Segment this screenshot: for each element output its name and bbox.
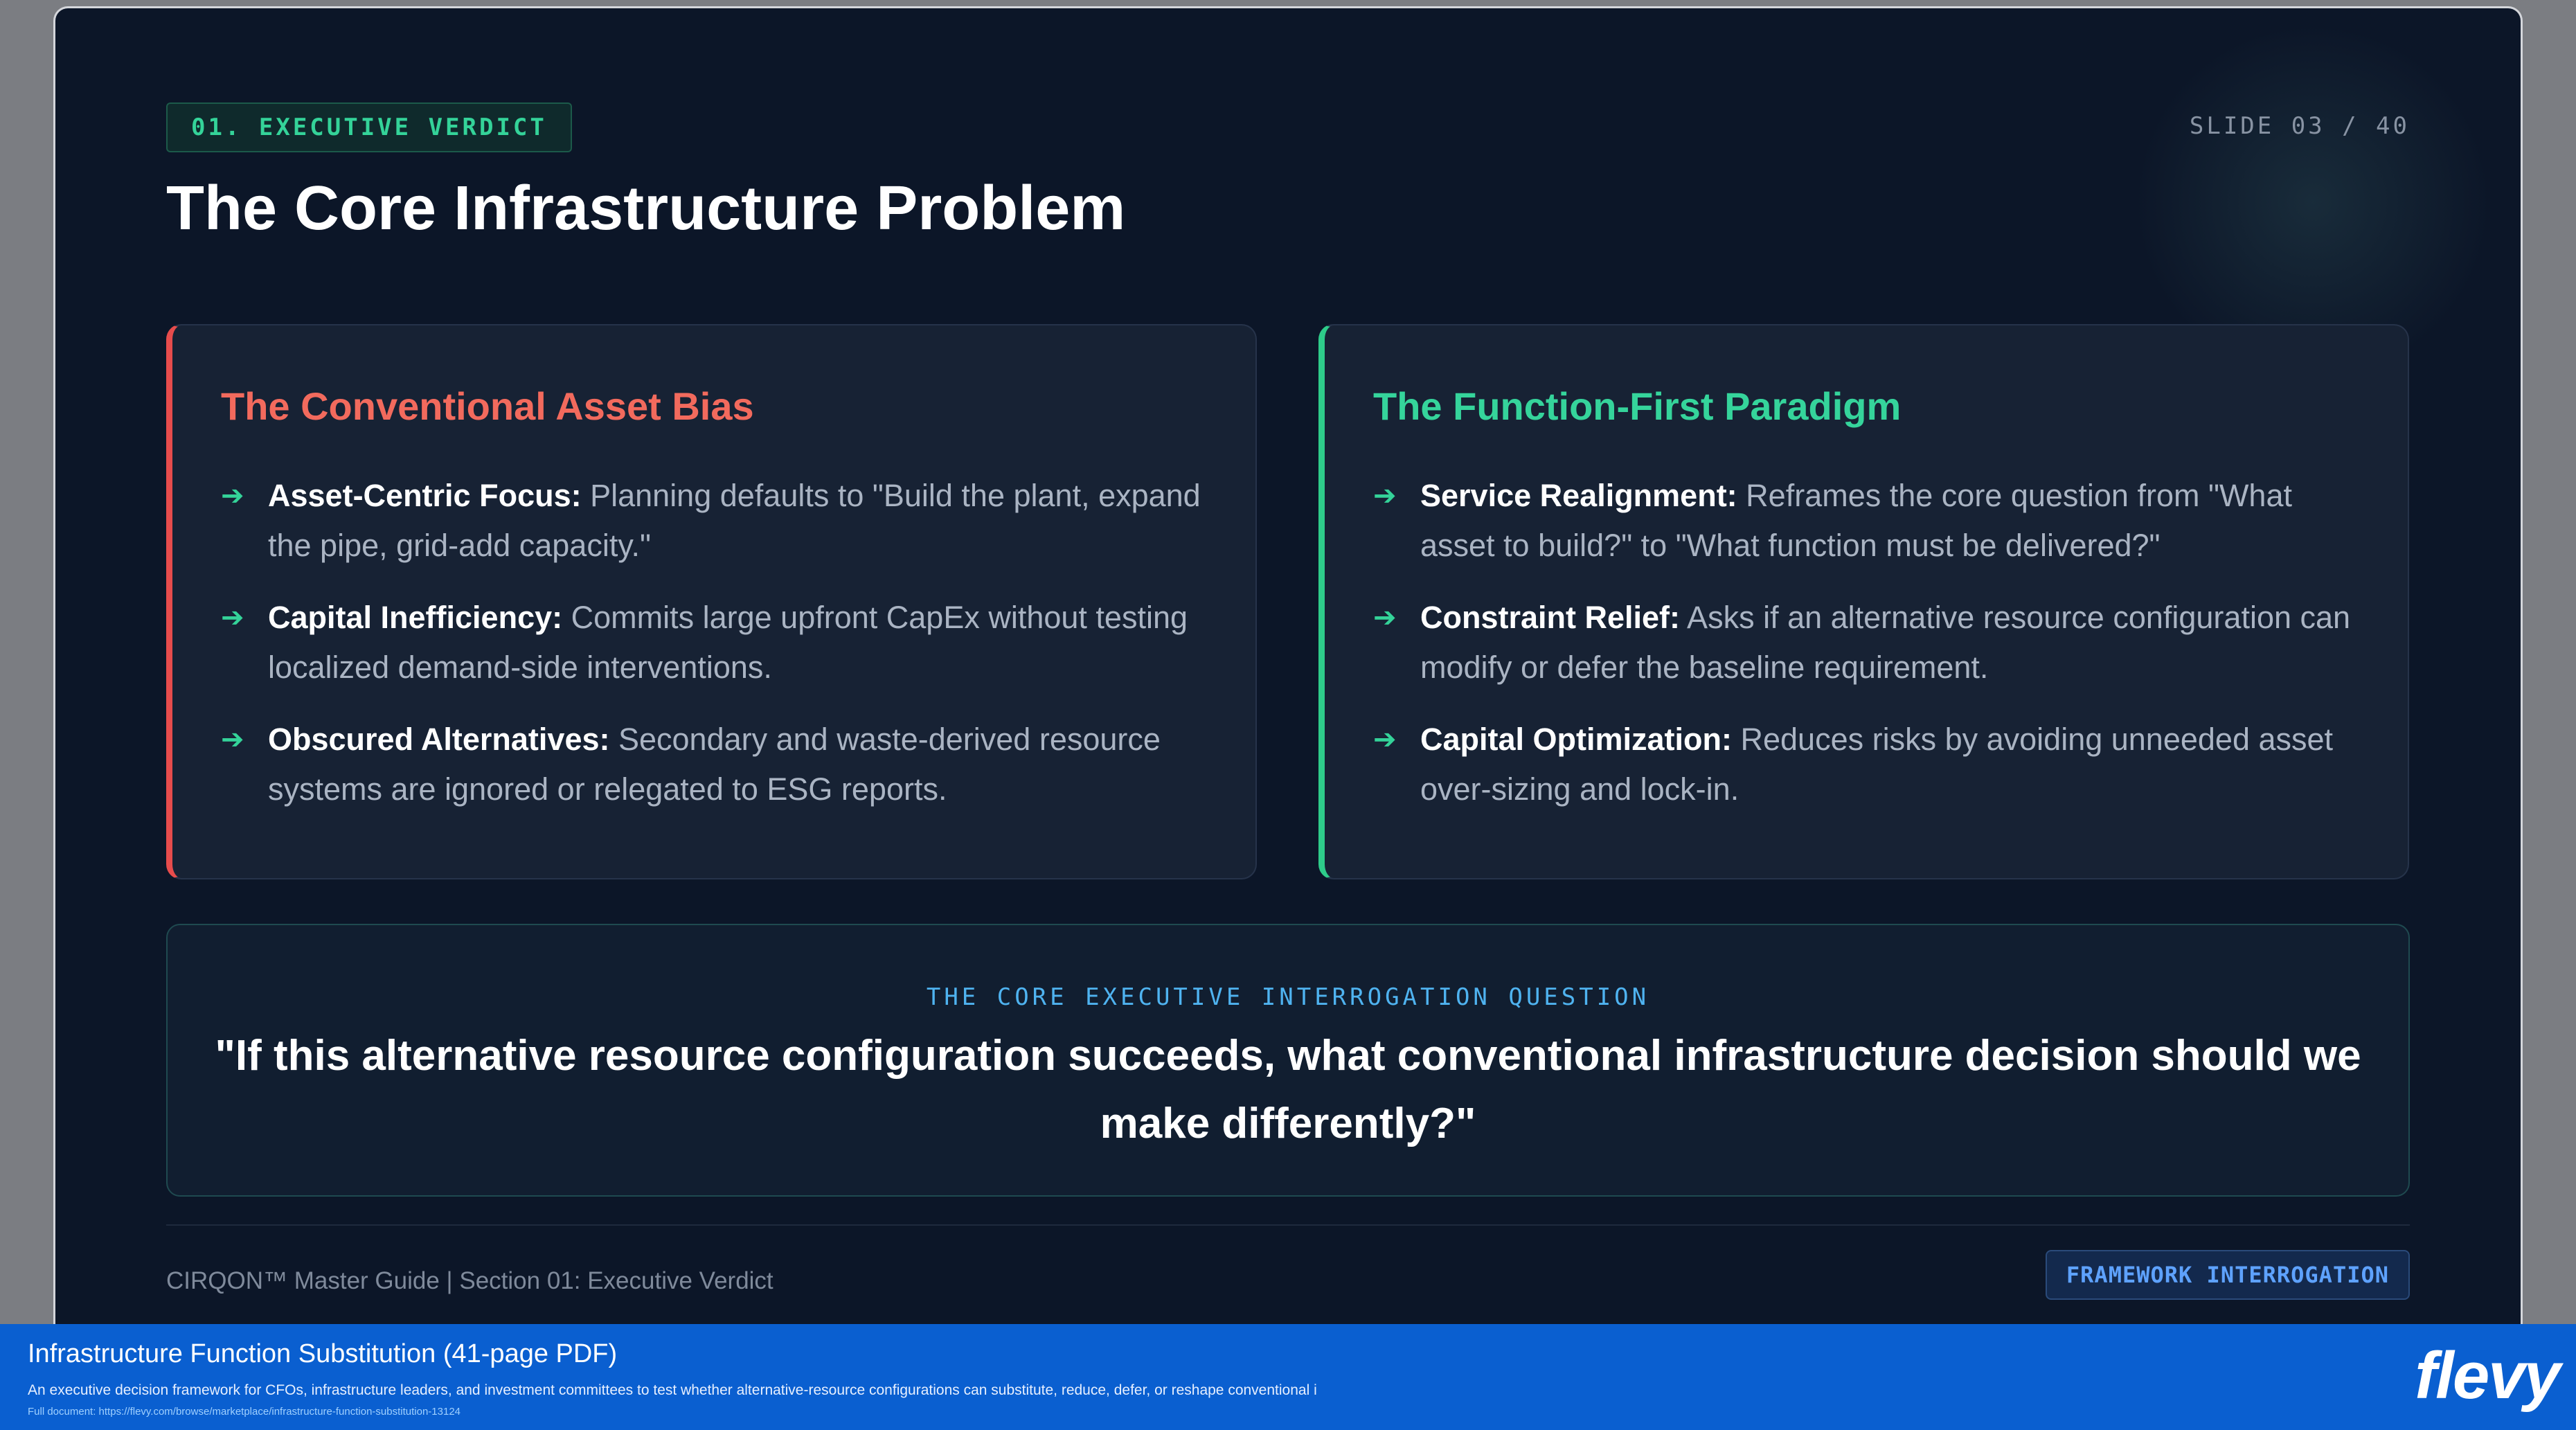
list-item: ➔ Obscured Alternatives: Secondary and w…	[221, 715, 1204, 814]
list-item: ➔ Constraint Relief: Asks if an alternat…	[1373, 593, 2356, 692]
interrogation-question-box: THE CORE EXECUTIVE INTERROGATION QUESTIO…	[166, 924, 2410, 1197]
section-tag: 01. EXECUTIVE VERDICT	[166, 102, 572, 152]
slide: 01. EXECUTIVE VERDICT SLIDE 03 / 40 The …	[55, 8, 2521, 1324]
banner-description: An executive decision framework for CFOs…	[28, 1382, 1317, 1398]
arrow-right-icon: ➔	[221, 602, 244, 634]
bullet-term: Asset-Centric Focus:	[268, 478, 582, 513]
bullet-term: Capital Optimization:	[1420, 722, 1732, 757]
bullet-list: ➔ Asset-Centric Focus: Planning defaults…	[221, 471, 1204, 837]
bullet-text: Asset-Centric Focus: Planning defaults t…	[268, 471, 1204, 571]
viewer-background: 01. EXECUTIVE VERDICT SLIDE 03 / 40 The …	[0, 0, 2576, 1430]
question-label: THE CORE EXECUTIVE INTERROGATION QUESTIO…	[926, 983, 1650, 1011]
card-conventional-asset-bias: The Conventional Asset Bias ➔ Asset-Cent…	[166, 324, 1257, 879]
arrow-right-icon: ➔	[1373, 480, 1397, 512]
framework-badge: FRAMEWORK INTERROGATION	[2045, 1250, 2410, 1300]
bullet-text: Capital Inefficiency: Commits large upfr…	[268, 593, 1204, 692]
banner-title-main[interactable]: Infrastructure Function Substitution	[28, 1339, 436, 1368]
bullet-list: ➔ Service Realignment: Reframes the core…	[1373, 471, 2356, 837]
banner-title[interactable]: Infrastructure Function Substitution (41…	[28, 1339, 617, 1369]
question-text: "If this alternative resource configurat…	[215, 1032, 2361, 1147]
bullet-term: Obscured Alternatives:	[268, 722, 610, 757]
slide-number: SLIDE 03 / 40	[2189, 112, 2410, 140]
bullet-term: Capital Inefficiency:	[268, 600, 563, 635]
list-item: ➔ Capital Optimization: Reduces risks by…	[1373, 715, 2356, 814]
arrow-right-icon: ➔	[221, 480, 244, 512]
banner-link[interactable]: Full document: https://flevy.com/browse/…	[28, 1406, 460, 1418]
document-banner: Infrastructure Function Substitution (41…	[0, 1324, 2576, 1430]
bullet-text: Obscured Alternatives: Secondary and was…	[268, 715, 1204, 814]
flevy-logo[interactable]: flevy	[2415, 1338, 2561, 1414]
bullet-text: Capital Optimization: Reduces risks by a…	[1420, 715, 2356, 814]
bullet-term: Constraint Relief:	[1420, 600, 1681, 635]
card-function-first-paradigm: The Function-First Paradigm ➔ Service Re…	[1318, 324, 2409, 879]
slide-title: The Core Infrastructure Problem	[166, 174, 1126, 243]
card-title: The Conventional Asset Bias	[221, 384, 754, 428]
footer-divider	[166, 1224, 2410, 1226]
list-item: ➔ Asset-Centric Focus: Planning defaults…	[221, 471, 1204, 571]
footer-text: CIRQON™ Master Guide | Section 01: Execu…	[166, 1267, 773, 1294]
list-item: ➔ Capital Inefficiency: Commits large up…	[221, 593, 1204, 692]
bullet-term: Service Realignment:	[1420, 478, 1737, 513]
bullet-text: Constraint Relief: Asks if an alternativ…	[1420, 593, 2356, 692]
banner-title-pages: (41-page PDF)	[436, 1339, 618, 1368]
arrow-right-icon: ➔	[221, 724, 244, 756]
arrow-right-icon: ➔	[1373, 602, 1397, 634]
card-title: The Function-First Paradigm	[1373, 384, 1902, 428]
list-item: ➔ Service Realignment: Reframes the core…	[1373, 471, 2356, 571]
bullet-text: Service Realignment: Reframes the core q…	[1420, 471, 2356, 571]
arrow-right-icon: ➔	[1373, 724, 1397, 756]
